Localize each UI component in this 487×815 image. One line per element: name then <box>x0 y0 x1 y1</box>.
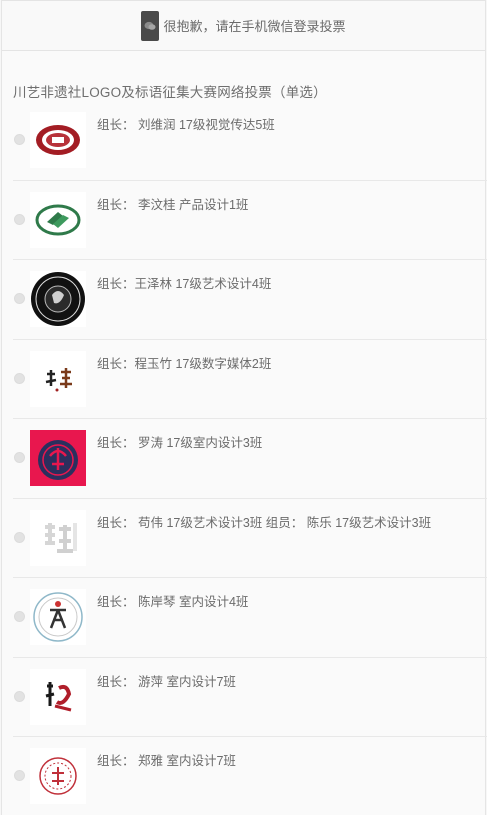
radio-button[interactable] <box>14 372 25 384</box>
option-label: 组长： 罗涛 17级室内设计3班 <box>97 436 263 450</box>
radio-button[interactable] <box>14 770 25 781</box>
crimson-tree-logo <box>30 430 86 486</box>
radio-button[interactable] <box>14 134 25 145</box>
option-label: 组长： 李汶桂 产品设计1班 <box>97 197 249 212</box>
wechat-login-notice: 很抱歉，请在手机微信登录投票 <box>2 0 485 51</box>
poll-title: 川艺非遗社LOGO及标语征集大赛网络投票（单选） <box>13 85 327 100</box>
red-round-seal-logo <box>30 748 86 804</box>
poll-option[interactable]: 组长： 陈岸琴 室内设计4班 <box>13 578 487 658</box>
radio-button[interactable] <box>14 293 25 304</box>
poll-option[interactable]: 组长： 李汶桂 产品设计1班 <box>13 181 487 260</box>
notice-text: 很抱歉，请在手机微信登录投票 <box>163 19 346 34</box>
radio-button[interactable] <box>14 452 25 463</box>
option-label: 组长：程玉竹 17级数字媒体2班 <box>97 356 272 371</box>
poll-option-list: 组长： 刘维润 17级视觉传达5班 组长： 李汶桂 产品设计1班 组长：王泽林 … <box>13 101 487 815</box>
radio-button[interactable] <box>14 690 25 702</box>
poll-option[interactable]: 组长： 罗涛 17级室内设计3班 <box>13 419 487 499</box>
calligraphy-logo <box>30 350 86 407</box>
poll-option[interactable]: 组长： 苟伟 17级艺术设计3班 组员： 陈乐 17级艺术设计3班 <box>13 499 487 578</box>
option-label: 组长：王泽林 17级艺术设计4班 <box>97 277 272 291</box>
option-label: 组长： 郑雅 室内设计7班 <box>97 754 236 768</box>
vote-page: 很抱歉，请在手机微信登录投票 川艺非遗社LOGO及标语征集大赛网络投票（单选） … <box>1 0 487 815</box>
radio-button[interactable] <box>14 611 25 622</box>
option-label: 组长： 陈岸琴 室内设计4班 <box>97 595 249 609</box>
poll-option[interactable]: 组长：王泽林 17级艺术设计4班 <box>13 260 487 340</box>
red-oval-seal-logo <box>30 112 86 168</box>
radio-button[interactable] <box>14 213 25 225</box>
circle-figure-logo <box>30 589 86 645</box>
option-label: 组长： 游萍 室内设计7班 <box>97 674 236 689</box>
black-circle-badge-logo <box>30 271 86 327</box>
poll-option[interactable]: 组长： 郑雅 室内设计7班 <box>13 737 487 815</box>
poll-option[interactable]: 组长： 游萍 室内设计7班 <box>13 658 487 737</box>
red-calligraphy-logo <box>30 668 86 725</box>
poll-option[interactable]: 组长：程玉竹 17级数字媒体2班 <box>13 340 487 419</box>
green-swirl-logo <box>30 191 86 248</box>
radio-button[interactable] <box>14 531 25 543</box>
outline-character-logo <box>30 509 86 566</box>
wechat-icon <box>141 10 160 41</box>
option-label: 组长： 刘维润 17级视觉传达5班 <box>97 118 275 132</box>
option-label: 组长： 苟伟 17级艺术设计3班 组员： 陈乐 17级艺术设计3班 <box>97 515 432 530</box>
poll-option[interactable]: 组长： 刘维润 17级视觉传达5班 <box>13 101 487 181</box>
